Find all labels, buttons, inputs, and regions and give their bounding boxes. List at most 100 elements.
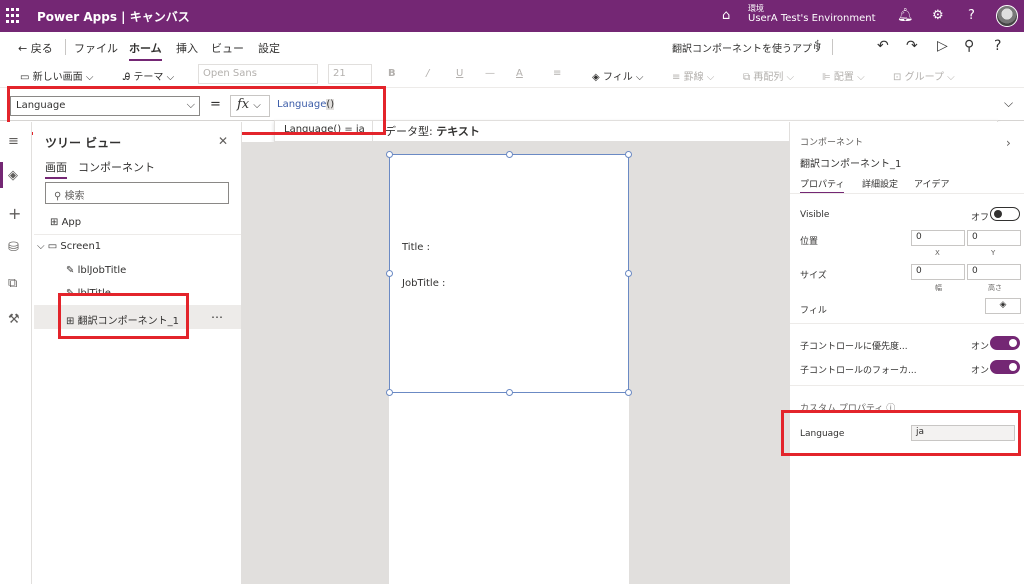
theme-label: テーマ bbox=[133, 72, 164, 83]
align-button[interactable]: ⊫ 配置 ⌵ bbox=[822, 68, 865, 83]
layers-icon[interactable]: ◈ bbox=[8, 168, 18, 183]
search-placeholder: 検索 bbox=[64, 191, 85, 202]
tab-ideas[interactable]: アイデア bbox=[914, 177, 950, 190]
menu-file[interactable]: ファイル bbox=[74, 40, 118, 56]
height-input[interactable]: 0 bbox=[967, 264, 1021, 280]
position-label: 位置 bbox=[800, 237, 819, 247]
divider bbox=[832, 39, 833, 55]
resize-handle[interactable] bbox=[506, 151, 513, 158]
font-color-a-icon[interactable]: A bbox=[516, 68, 523, 79]
reorder-label: 再配列 bbox=[753, 72, 784, 83]
left-rail bbox=[0, 122, 32, 584]
divider bbox=[790, 323, 1024, 324]
help-icon[interactable]: ? bbox=[968, 8, 975, 23]
text-align-icon[interactable]: ≡ bbox=[553, 68, 561, 79]
app-launcher-icon[interactable] bbox=[6, 8, 22, 24]
height-label: 高さ bbox=[988, 284, 1002, 292]
bold-icon[interactable]: B bbox=[388, 68, 396, 79]
tree-item-screen1[interactable]: ⌵ ▭ Screen1 bbox=[37, 241, 101, 252]
resize-handle[interactable] bbox=[625, 389, 632, 396]
group-button[interactable]: ⊡ グループ ⌵ bbox=[893, 68, 955, 83]
divider bbox=[34, 234, 241, 235]
data-icon[interactable]: ⛁ bbox=[8, 240, 19, 255]
menu-insert[interactable]: 挿入 bbox=[176, 40, 198, 56]
resize-handle[interactable] bbox=[386, 270, 393, 277]
chevron-right-icon[interactable]: › bbox=[1006, 136, 1011, 150]
redo-icon[interactable]: ↷ bbox=[906, 38, 918, 54]
reorder-button[interactable]: ⧉ 再配列 ⌵ bbox=[743, 68, 794, 83]
share-user-icon[interactable]: ⚲ bbox=[964, 38, 974, 54]
undo-icon[interactable]: ↶ bbox=[877, 38, 889, 54]
resize-handle[interactable] bbox=[625, 270, 632, 277]
divider bbox=[790, 193, 1024, 194]
environment-name[interactable]: UserA Test's Environment bbox=[748, 13, 876, 24]
more-options-icon[interactable]: ⋯ bbox=[211, 310, 223, 324]
hamburger-icon[interactable]: ≡ bbox=[8, 134, 19, 149]
title-label[interactable]: Title : bbox=[402, 242, 430, 253]
fill-color-picker[interactable]: ◈ bbox=[985, 298, 1021, 314]
child-priority-toggle[interactable] bbox=[990, 336, 1020, 350]
visible-label: Visible bbox=[800, 210, 830, 220]
align-label: 配置 bbox=[833, 72, 854, 83]
fill-button[interactable]: ◈ フィル ⌵ bbox=[592, 68, 643, 83]
menu-home[interactable]: ホーム bbox=[129, 40, 162, 61]
position-x-input[interactable]: 0 bbox=[911, 230, 965, 246]
resize-handle[interactable] bbox=[625, 151, 632, 158]
notification-icon[interactable]: 🔔︎ bbox=[897, 8, 914, 23]
visible-toggle[interactable] bbox=[990, 207, 1020, 221]
media-icon[interactable]: ⧉ bbox=[8, 276, 17, 291]
tree-view-title: ツリー ビュー bbox=[45, 136, 122, 150]
child-focus-state: オン bbox=[971, 366, 990, 376]
tools-icon[interactable]: ⚒ bbox=[8, 312, 20, 327]
italic-icon[interactable]: / bbox=[426, 68, 429, 79]
child-priority-label: 子コントロールに優先度... bbox=[800, 342, 908, 352]
insert-plus-icon[interactable]: + bbox=[8, 204, 21, 223]
fill-bucket-icon: ◈ bbox=[592, 72, 600, 83]
component-name: 翻訳コンポーネント_1 bbox=[800, 159, 902, 170]
width-input[interactable]: 0 bbox=[911, 264, 965, 280]
tab-components[interactable]: コンポーネント bbox=[78, 159, 155, 175]
font-select[interactable]: Open Sans bbox=[198, 64, 318, 84]
settings-gear-icon[interactable]: ⚙ bbox=[932, 8, 944, 23]
tab-screens[interactable]: 画面 bbox=[45, 159, 67, 179]
font-color-icon[interactable]: — bbox=[485, 68, 495, 79]
theme-button[interactable]: Ꭿ テーマ ⌵ bbox=[123, 68, 174, 83]
underline-icon[interactable]: U bbox=[456, 68, 463, 79]
new-screen-button[interactable]: ▭ 新しい画面 ⌵ bbox=[20, 68, 93, 83]
resize-handle[interactable] bbox=[386, 389, 393, 396]
tab-advanced[interactable]: 詳細設定 bbox=[862, 177, 898, 190]
child-focus-label: 子コントロールのフォーカ... bbox=[800, 366, 917, 376]
expand-formula-icon[interactable]: ⌵ bbox=[1004, 96, 1013, 111]
jobtitle-label[interactable]: JobTitle : bbox=[402, 278, 445, 289]
translation-component-selection[interactable] bbox=[389, 154, 629, 393]
tree-item-app[interactable]: ⊞ App bbox=[50, 217, 81, 228]
data-type: データ型: テキスト bbox=[385, 123, 480, 139]
tree-item-lbljobtitle[interactable]: ✎ lblJobTitle bbox=[66, 265, 126, 276]
help-icon[interactable]: ? bbox=[994, 38, 1001, 54]
y-label: Y bbox=[991, 249, 996, 257]
group-label: グループ bbox=[904, 72, 944, 83]
resize-handle[interactable] bbox=[506, 389, 513, 396]
position-y-input[interactable]: 0 bbox=[967, 230, 1021, 246]
close-icon[interactable]: ✕ bbox=[218, 134, 228, 148]
play-icon[interactable]: ▷ bbox=[937, 38, 948, 54]
menu-settings[interactable]: 設定 bbox=[258, 40, 280, 56]
label-edit-icon: ✎ bbox=[66, 265, 75, 276]
environment-icon[interactable]: ⌂ bbox=[722, 8, 730, 23]
tree-item-label: App bbox=[61, 217, 82, 228]
child-focus-toggle[interactable] bbox=[990, 360, 1020, 374]
menu-view[interactable]: ビュー bbox=[211, 40, 244, 56]
avatar[interactable] bbox=[996, 5, 1018, 27]
back-button[interactable]: ← 戻る bbox=[18, 40, 53, 56]
tab-properties[interactable]: プロパティ bbox=[800, 177, 845, 194]
border-label: 罫線 bbox=[683, 72, 704, 83]
width-label: 幅 bbox=[935, 284, 942, 292]
stethoscope-icon[interactable]: ⚕ bbox=[814, 38, 822, 54]
app-title: 翻訳コンポーネントを使うアプリ bbox=[672, 44, 822, 55]
resize-handle[interactable] bbox=[386, 151, 393, 158]
border-button[interactable]: ≡ 罫線 ⌵ bbox=[672, 68, 714, 83]
font-size-select[interactable]: 21 bbox=[328, 64, 372, 84]
group-icon: ⊡ bbox=[893, 72, 902, 83]
new-screen-icon: ▭ bbox=[20, 72, 30, 83]
search-input[interactable]: ⚲ 検索 bbox=[45, 182, 229, 204]
